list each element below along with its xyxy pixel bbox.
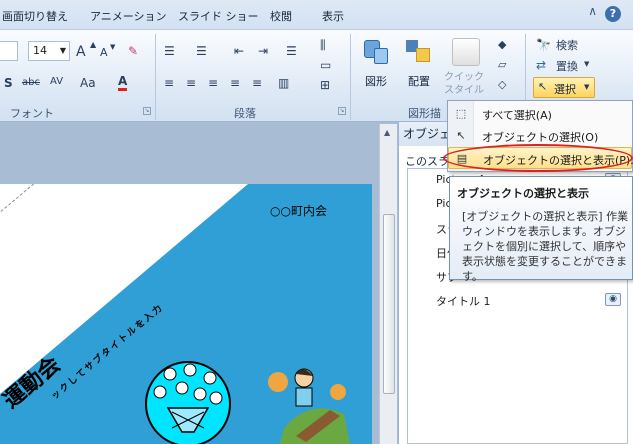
cursor-arrow-icon: ↖ xyxy=(538,80,548,93)
replace-icon: ⇄ xyxy=(536,58,547,72)
scroll-up-icon[interactable]: ▲ xyxy=(384,128,390,137)
find-icon: 🔭 xyxy=(536,38,551,52)
cursor-arrow-icon: ↖ xyxy=(456,129,466,142)
select-label: 選択 xyxy=(554,83,576,96)
decrease-indent-icon[interactable]: ⇤ xyxy=(234,44,244,58)
menu-item-label: すべて選択(A) xyxy=(482,109,552,122)
align-left-icon[interactable]: ≡ xyxy=(164,76,174,90)
font-name-combo[interactable] xyxy=(0,41,18,61)
ribbon-tabs: 画面切り替え アニメーション スライド ショー 校閲 表示 ∧ ? xyxy=(0,0,633,30)
tab-slideshow[interactable]: スライド ショー xyxy=(178,8,259,24)
shape-effects-icon[interactable]: ◇ xyxy=(498,78,506,91)
minimize-ribbon-icon[interactable]: ∧ xyxy=(588,4,597,18)
find-button[interactable]: 検索 xyxy=(556,37,578,53)
grow-font-button[interactable]: A xyxy=(76,44,86,60)
tab-transitions[interactable]: 画面切り替え xyxy=(2,8,68,24)
paragraph-group-label: 段落 xyxy=(234,107,256,120)
highlight-ring xyxy=(443,144,633,172)
eye-icon[interactable]: ◉ xyxy=(605,293,621,306)
quick-style-icon[interactable] xyxy=(452,38,480,66)
columns-icon[interactable]: ▥ xyxy=(278,76,289,90)
menu-item-select-all[interactable]: ⬚ すべて選択(A) xyxy=(448,103,632,125)
align-text-icon[interactable]: ▭ xyxy=(320,58,331,72)
list-item[interactable]: タイトル 1 xyxy=(436,293,491,309)
strikethrough-button[interactable]: abc xyxy=(22,77,40,88)
menu-item-label: オブジェクトの選択(O) xyxy=(482,131,599,144)
char-spacing-button[interactable]: AV xyxy=(50,76,63,87)
shape-outline-icon[interactable]: ▱ xyxy=(498,58,506,71)
shadow-button[interactable]: S xyxy=(4,76,13,90)
shape-fill-icon[interactable]: ◆ xyxy=(498,38,506,51)
font-color-button[interactable]: A xyxy=(118,74,128,91)
font-dialog-launcher-icon[interactable]: ↘ xyxy=(143,107,151,115)
bullets-icon[interactable]: ☰ xyxy=(164,44,175,58)
girl-illustration xyxy=(268,368,350,444)
replace-button[interactable]: 置換 xyxy=(556,58,578,74)
paragraph-dialog-launcher-icon[interactable]: ↘ xyxy=(338,107,346,115)
distributed-icon[interactable]: ≡ xyxy=(252,76,262,90)
arrange-button[interactable] xyxy=(404,38,434,68)
grow-arrow-icon: ▲ xyxy=(90,40,97,49)
group-separator xyxy=(155,34,156,120)
tab-review[interactable]: 校閲 xyxy=(270,8,292,24)
vertical-scrollbar[interactable]: ▲ xyxy=(379,124,397,444)
quick-style-label[interactable]: クイック スタイル xyxy=(444,71,484,97)
tooltip-title: オブジェクトの選択と表示 xyxy=(457,187,589,200)
line-spacing-icon[interactable]: ☰ xyxy=(286,44,297,58)
smartart-icon[interactable]: ⊞ xyxy=(320,78,330,92)
help-icon[interactable]: ? xyxy=(605,6,621,22)
selection-pane-subtitle: このスラ xyxy=(405,155,449,168)
slide-illustrations xyxy=(145,361,350,444)
font-group-label: フォント xyxy=(10,107,54,120)
drawing-group-label: 図形描 xyxy=(408,107,441,120)
tooltip-body: [オブジェクトの選択と表示] 作業ウィンドウを表示します。オブジェクトを個別に選… xyxy=(462,210,629,283)
group-separator xyxy=(350,34,351,120)
shrink-font-button[interactable]: A xyxy=(100,46,108,59)
align-right-icon[interactable]: ≡ xyxy=(208,76,218,90)
town-text: ○○町内会 xyxy=(270,204,327,218)
tab-view[interactable]: 表示 xyxy=(322,8,344,24)
select-button[interactable]: ↖ 選択 ▼ xyxy=(533,77,595,98)
justify-icon[interactable]: ≡ xyxy=(230,76,240,90)
chevron-down-icon: ▼ xyxy=(59,46,66,55)
select-all-icon: ⬚ xyxy=(455,107,467,120)
slide-canvas[interactable]: ○○町内会 xyxy=(0,184,372,444)
chevron-down-icon: ▼ xyxy=(584,83,590,91)
clear-format-icon[interactable]: ✎ xyxy=(128,44,138,58)
change-case-button[interactable]: Aa xyxy=(80,76,96,90)
shapes-button[interactable] xyxy=(362,38,390,68)
numbering-icon[interactable]: ☰ xyxy=(196,44,207,58)
tab-animations[interactable]: アニメーション xyxy=(90,8,167,24)
tooltip: オブジェクトの選択と表示 [オブジェクトの選択と表示] 作業ウィンドウを表示しま… xyxy=(449,176,633,283)
arrange-icon-front xyxy=(416,48,430,62)
font-size-combo[interactable]: 14 ▼ xyxy=(28,41,70,61)
shrink-arrow-icon: ▼ xyxy=(110,43,116,51)
align-center-icon[interactable]: ≡ xyxy=(186,76,196,90)
font-size-value: 14 xyxy=(33,44,47,57)
arrange-label[interactable]: 配置 xyxy=(408,73,430,89)
increase-indent-icon[interactable]: ⇥ xyxy=(258,44,268,58)
tree-illustration xyxy=(145,361,231,444)
shapes-label[interactable]: 図形 xyxy=(365,73,387,89)
chevron-down-icon: ▼ xyxy=(584,60,590,68)
text-direction-icon[interactable]: ⫼ xyxy=(320,38,326,53)
scroll-thumb[interactable] xyxy=(383,214,395,394)
shapes-icon-back xyxy=(374,48,388,64)
